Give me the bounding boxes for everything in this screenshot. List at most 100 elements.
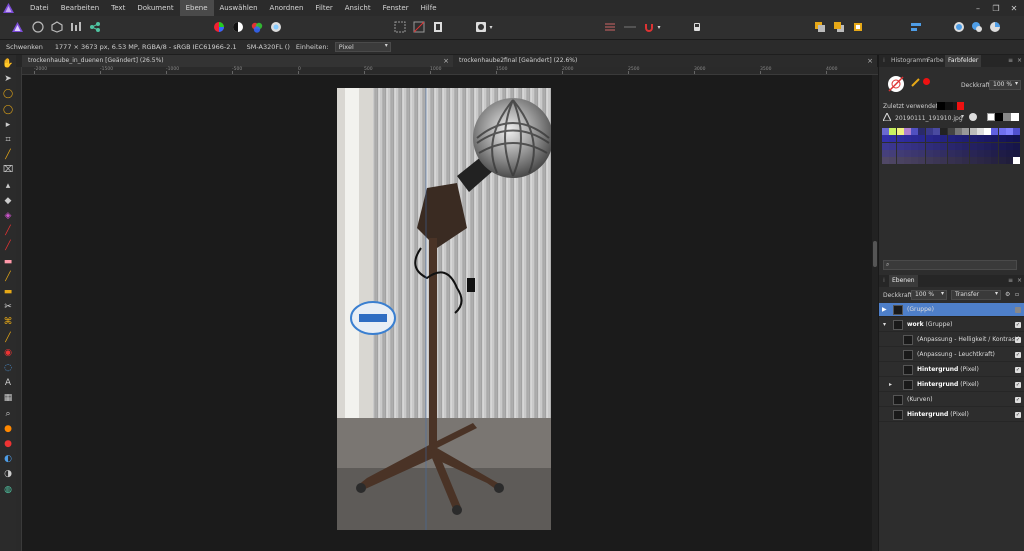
color-swatch[interactable] (984, 128, 992, 135)
recent-swatch[interactable] (937, 102, 945, 110)
color-swatch[interactable] (918, 149, 926, 157)
color-swatch[interactable] (1013, 128, 1021, 135)
layer-row[interactable]: Hintergrund (Pixel) ✓ (879, 408, 1024, 422)
grip-icon[interactable]: ⁞ (883, 275, 885, 287)
color-swatch[interactable] (903, 128, 911, 135)
crop-tool-icon[interactable]: ⌗ (2, 134, 14, 146)
no-color-swatch[interactable] (987, 113, 995, 121)
color-swatch[interactable] (933, 149, 941, 157)
chevron-right-icon[interactable]: ▸ (889, 378, 892, 392)
align-icon[interactable] (909, 20, 923, 34)
color-swatch[interactable] (925, 135, 933, 143)
color-swatch[interactable] (998, 128, 1006, 135)
color-wells-icon[interactable] (887, 75, 905, 93)
color-swatch[interactable] (918, 135, 926, 143)
table-icon[interactable]: ▦ (2, 392, 14, 404)
color-swatch[interactable] (984, 149, 992, 157)
layer-row[interactable]: (Anpassung - Leuchtkraft) ✓ (879, 348, 1024, 362)
move-icon[interactable]: ➤ (2, 73, 14, 85)
restore-icon[interactable]: ❐ (990, 4, 1002, 13)
layer-row[interactable]: (Anpassung - Helligkeit / Kontrast) ✓ (879, 333, 1024, 347)
color-swatch[interactable] (933, 135, 941, 143)
arrange-back-icon[interactable] (813, 20, 827, 34)
color-swatch[interactable] (954, 142, 962, 150)
color-swatch[interactable] (991, 157, 999, 165)
visibility-checkbox[interactable]: ✓ (1015, 337, 1021, 343)
color-swatch[interactable] (925, 128, 933, 135)
clone-icon[interactable]: ╱ (2, 271, 14, 283)
shape-icon[interactable]: ● (2, 438, 14, 450)
visibility-checkbox[interactable]: ✓ (1015, 352, 1021, 358)
visibility-checkbox[interactable]: ✓ (1015, 367, 1021, 373)
color-swatch[interactable] (903, 135, 911, 143)
color-swatch[interactable] (896, 157, 904, 165)
close-icon[interactable]: ✕ (1008, 4, 1020, 13)
color-swatch[interactable] (962, 157, 970, 165)
color-swatch[interactable] (903, 157, 911, 165)
color-swatch[interactable] (1006, 149, 1014, 157)
color-swatch[interactable] (882, 149, 889, 157)
color-swatch[interactable] (976, 142, 984, 150)
lock-icon[interactable]: ▫ (1015, 291, 1019, 298)
layer-row[interactable]: (Kurven) ✓ (879, 393, 1024, 407)
color-swatch[interactable] (1006, 128, 1014, 135)
menu-filter[interactable]: Filter (309, 0, 338, 16)
photo-persona-icon[interactable] (10, 20, 24, 34)
color-swatch[interactable] (918, 128, 926, 135)
palette-options-icon[interactable] (969, 113, 977, 121)
color-swatch[interactable] (903, 142, 911, 150)
tab-farbe[interactable]: Farbe (927, 55, 944, 67)
auto-levels-icon[interactable] (212, 20, 226, 34)
color-swatch[interactable] (1006, 157, 1014, 165)
brush-icon[interactable]: ╱ (2, 240, 14, 252)
color-swatch[interactable] (976, 128, 984, 135)
color-swatch[interactable] (998, 157, 1006, 165)
color-swatch[interactable] (1013, 135, 1021, 143)
document-tab-1[interactable]: trockenhaube_in_duenen [Geändert] (26.5%… (22, 55, 454, 67)
color-swatch[interactable] (889, 128, 897, 135)
color-swatch[interactable] (940, 157, 948, 165)
menu-datei[interactable]: Datei (24, 0, 55, 16)
layer-row[interactable]: ▸ Hintergrund (Pixel) ✓ (879, 378, 1024, 392)
color-swatch[interactable] (947, 128, 955, 135)
color-swatch[interactable] (1013, 157, 1021, 165)
recent-swatch[interactable] (957, 102, 964, 110)
fill-icon[interactable]: ▴ (2, 180, 14, 192)
menu-hilfe[interactable]: Hilfe (415, 0, 443, 16)
color-swatch[interactable] (969, 149, 977, 157)
scrollbar-thumb[interactable] (873, 241, 877, 267)
color-swatch[interactable] (947, 157, 955, 165)
color-swatch[interactable] (889, 135, 897, 143)
color-swatch[interactable] (962, 142, 970, 150)
selection-brush-icon[interactable]: ◯ (2, 88, 14, 100)
color-swatch[interactable] (940, 149, 948, 157)
color-swatch[interactable] (911, 157, 919, 165)
hand-clip-icon[interactable] (690, 20, 704, 34)
palette-name[interactable]: 20190111_191910.jpg (895, 115, 963, 122)
color-swatch[interactable] (911, 142, 919, 150)
tab-farbfelder[interactable]: Farbfelder (945, 55, 982, 67)
auto-colors-icon[interactable] (250, 20, 264, 34)
color-swatch[interactable] (969, 135, 977, 143)
recent-swatch[interactable] (945, 102, 953, 110)
menu-ansicht[interactable]: Ansicht (339, 0, 377, 16)
color-swatch[interactable] (998, 149, 1006, 157)
gear-icon[interactable]: ⚙ (1005, 291, 1010, 298)
sphere-icon[interactable]: ◍ (2, 484, 14, 496)
color-swatch[interactable] (984, 135, 992, 143)
menu-ebene[interactable]: Ebene (179, 0, 214, 16)
develop-persona-icon[interactable] (50, 20, 64, 34)
color-swatch[interactable] (991, 149, 999, 157)
healing-icon[interactable]: ⌘ (2, 316, 14, 328)
gradient-icon[interactable]: ◈ (2, 210, 14, 222)
color-swatch[interactable] (962, 135, 970, 143)
erase-icon[interactable]: ▬ (2, 256, 14, 268)
color-swatch[interactable] (918, 157, 926, 165)
color-swatch[interactable] (882, 142, 889, 150)
invert-selection-icon[interactable] (431, 20, 445, 34)
color-swatch[interactable] (882, 135, 889, 143)
color-swatch[interactable] (911, 128, 919, 135)
color-swatch[interactable] (933, 142, 941, 150)
liquify-persona-icon[interactable] (31, 20, 45, 34)
color-swatch[interactable] (940, 135, 948, 143)
